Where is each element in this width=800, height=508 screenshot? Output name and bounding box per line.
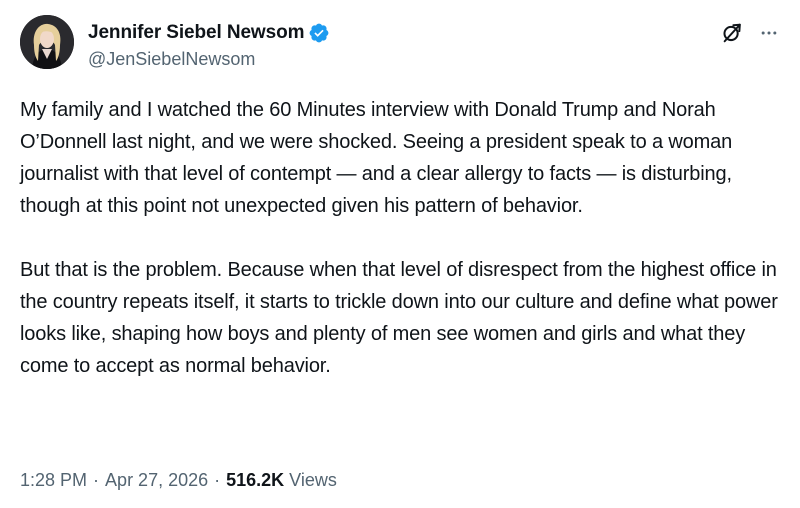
- meta-separator: ·: [93, 470, 100, 490]
- tweet-text: My family and I watched the 60 Minutes i…: [20, 94, 790, 382]
- avatar[interactable]: [20, 15, 74, 69]
- profile-photo: [20, 15, 74, 69]
- grok-icon[interactable]: [719, 20, 745, 46]
- tweet-paragraph: My family and I watched the 60 Minutes i…: [20, 99, 733, 217]
- author-handle[interactable]: @JenSiebelNewsom: [88, 49, 255, 70]
- tweet-time[interactable]: 1:28 PM: [20, 470, 87, 491]
- meta-separator: ·: [214, 470, 221, 490]
- author-display-name[interactable]: Jennifer Siebel Newsom: [88, 22, 304, 44]
- views-label[interactable]: Views: [289, 470, 337, 491]
- verified-badge-icon[interactable]: [308, 22, 330, 44]
- more-dots-icon[interactable]: [756, 20, 782, 46]
- tweet-card: Jennifer Siebel Newsom @JenSiebelNewsom …: [0, 0, 800, 508]
- author-name-row: Jennifer Siebel Newsom: [88, 21, 330, 45]
- views-count[interactable]: 516.2K: [226, 470, 284, 491]
- tweet-date[interactable]: Apr 27, 2026: [105, 470, 208, 491]
- tweet-paragraph: But that is the problem. Because when th…: [20, 259, 778, 377]
- tweet-meta: 1:28 PM · Apr 27, 2026 · 516.2K Views: [20, 470, 337, 491]
